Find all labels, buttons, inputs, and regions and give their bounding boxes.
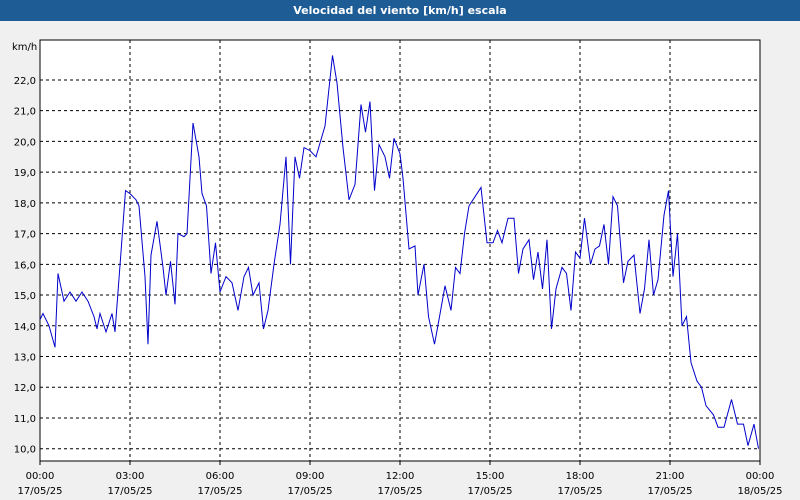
y-axis-ticks: 10,0 11,0 12,0 13,0 14,0 15,0 16,0 17,0 18,0 19,0… [14, 76, 36, 456]
y-tick-label: 19,0 [14, 168, 36, 179]
x-tick-time-label: 18:00 [566, 471, 595, 482]
y-axis-unit-label: km/h [12, 42, 37, 53]
y-tick-label: 18,0 [14, 199, 36, 210]
x-tick-date-label: 17/05/25 [468, 486, 513, 497]
y-tick-label: 17,0 [14, 230, 36, 241]
x-tick-time-label: 00:00 [26, 471, 55, 482]
x-tick-time-label: 09:00 [296, 471, 325, 482]
x-tick-date-label: 18/05/25 [738, 486, 783, 497]
x-tick-date-label: 17/05/25 [288, 486, 333, 497]
y-tick-label: 20,0 [14, 137, 36, 148]
y-tick-label: 22,0 [14, 76, 36, 87]
y-tick-label: 21,0 [14, 107, 36, 118]
y-tick-label: 12,0 [14, 383, 36, 394]
x-tick-date-label: 17/05/25 [558, 486, 603, 497]
x-tick-date-label: 17/05/25 [198, 486, 243, 497]
y-tick-label: 11,0 [14, 414, 36, 425]
y-tick-label: 14,0 [14, 322, 36, 333]
x-axis-ticks: 00:00 17/05/25 03:00 17/05/25 06:00 17/05/25 0… [18, 461, 783, 497]
x-tick-time-label: 00:00 [746, 471, 775, 482]
y-tick-label: 10,0 [14, 445, 36, 456]
wind-speed-chart: km/h 10,0 11,0 12,0 13,0 14,0 15,0 16,0 17,0 18,… [12, 39, 783, 497]
x-tick-time-label: 15:00 [476, 471, 505, 482]
x-tick-time-label: 06:00 [206, 471, 235, 482]
y-tick-label: 16,0 [14, 260, 36, 271]
y-tick-label: 15,0 [14, 291, 36, 302]
x-tick-date-label: 17/05/25 [18, 486, 63, 497]
y-tick-label: 13,0 [14, 353, 36, 364]
x-tick-time-label: 21:00 [656, 471, 685, 482]
x-tick-time-label: 03:00 [116, 471, 145, 482]
x-tick-time-label: 12:00 [386, 471, 415, 482]
x-tick-date-label: 17/05/25 [648, 486, 693, 497]
x-tick-date-label: 17/05/25 [108, 486, 153, 497]
x-tick-date-label: 17/05/25 [378, 486, 423, 497]
